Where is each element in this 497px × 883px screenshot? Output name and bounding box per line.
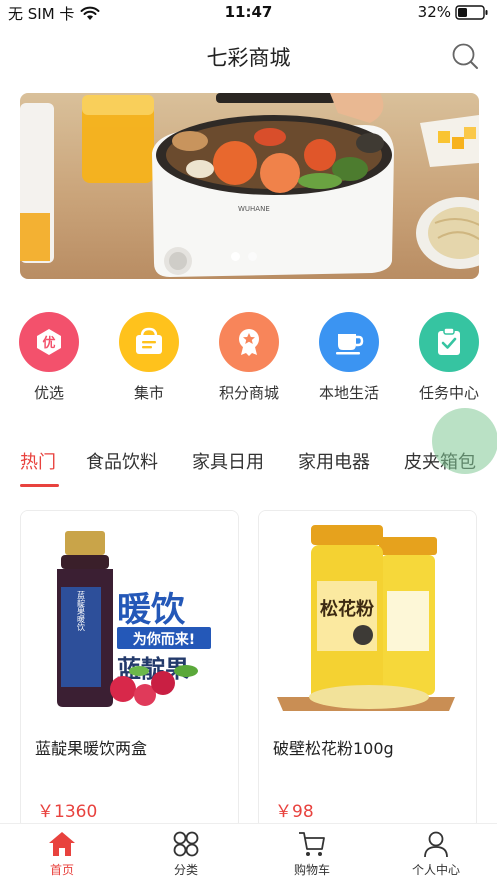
category-youxuan[interactable]: 优 优选: [4, 312, 94, 403]
category-label: 任务中心: [418, 384, 479, 402]
medal-icon: [219, 312, 279, 372]
banner-pagination: [231, 252, 257, 261]
person-icon: [424, 831, 448, 858]
category-jishi[interactable]: 集市: [104, 312, 194, 403]
basket-icon: [119, 312, 179, 372]
nav-home[interactable]: 首页: [22, 830, 102, 878]
product-image: 蓝靛果暖饮 暖饮 为你而来! 蓝靛果: [21, 511, 238, 721]
category-label: 集市: [133, 384, 164, 402]
product-tabs: 热门 食品饮料 家具日用 家用电器 皮夹箱包: [0, 444, 497, 492]
nav-label: 首页: [49, 863, 74, 877]
banner-dot-active[interactable]: [231, 252, 240, 261]
banner-dot[interactable]: [248, 252, 257, 261]
svg-text:暖饮: 暖饮: [117, 590, 186, 630]
clipboard-check-icon: [419, 312, 479, 372]
tab-appliances[interactable]: 家用电器: [298, 448, 370, 474]
product-price: ￥98: [275, 802, 314, 822]
category-label: 积分商城: [218, 384, 279, 402]
category-local-life[interactable]: 本地生活: [304, 312, 394, 403]
nav-label: 购物车: [293, 863, 330, 877]
category-label: 本地生活: [318, 384, 379, 402]
battery-percent: 32%: [417, 3, 451, 21]
tab-hot[interactable]: 热门: [20, 448, 56, 474]
category-shortcuts: 优 优选 集市 积分商城 本地生活 任务中心: [0, 312, 497, 404]
svg-text:为你而来!: 为你而来!: [133, 631, 195, 648]
search-icon[interactable]: [451, 42, 479, 70]
product-image: 松花粉: [259, 511, 476, 721]
floating-assistant-button[interactable]: [432, 408, 497, 474]
nav-label: 分类: [173, 863, 198, 877]
product-name: 蓝靛果暖饮两盒: [35, 739, 148, 758]
home-icon: [49, 832, 75, 856]
product-name: 破壁松花粉100g: [273, 739, 394, 758]
tab-active-indicator: [20, 484, 59, 487]
nav-cart[interactable]: 购物车: [272, 830, 352, 878]
tab-food-drinks[interactable]: 食品饮料: [86, 448, 158, 474]
svg-text:优: 优: [42, 335, 55, 351]
category-points-mall[interactable]: 积分商城: [204, 312, 294, 403]
product-price: ￥1360: [37, 802, 98, 822]
category-task-center[interactable]: 任务中心: [404, 312, 494, 403]
svg-text:松花粉: 松花粉: [320, 598, 374, 620]
cart-icon: [299, 832, 325, 856]
category-label: 优选: [33, 384, 64, 402]
nav-profile[interactable]: 个人中心: [396, 830, 476, 878]
page-title: 七彩商城: [206, 46, 291, 70]
banner-brand-text: WUHANE: [238, 205, 270, 213]
category-grid-icon: [173, 831, 199, 857]
top-header: 七彩商城: [0, 30, 497, 80]
svg-text:蓝靛果暖饮: 蓝靛果暖饮: [77, 590, 86, 632]
nav-label: 个人中心: [411, 863, 460, 877]
battery-icon: [455, 4, 488, 20]
status-right: 32%: [418, 3, 489, 21]
product-card[interactable]: 蓝靛果暖饮 暖饮 为你而来! 蓝靛果 蓝靛果暖饮两盒 ￥1360: [20, 510, 239, 830]
tab-home-goods[interactable]: 家具日用: [192, 448, 264, 474]
coffee-cup-icon: [319, 312, 379, 372]
status-bar: 无 SIM 卡 11:47 32%: [0, 0, 497, 24]
youxuan-badge-icon: 优: [19, 312, 79, 372]
product-card[interactable]: 松花粉 破壁松花粉100g ￥98: [258, 510, 477, 830]
bottom-tab-bar: 首页 分类 购物车 个人中心: [0, 823, 497, 883]
nav-category[interactable]: 分类: [146, 830, 226, 878]
